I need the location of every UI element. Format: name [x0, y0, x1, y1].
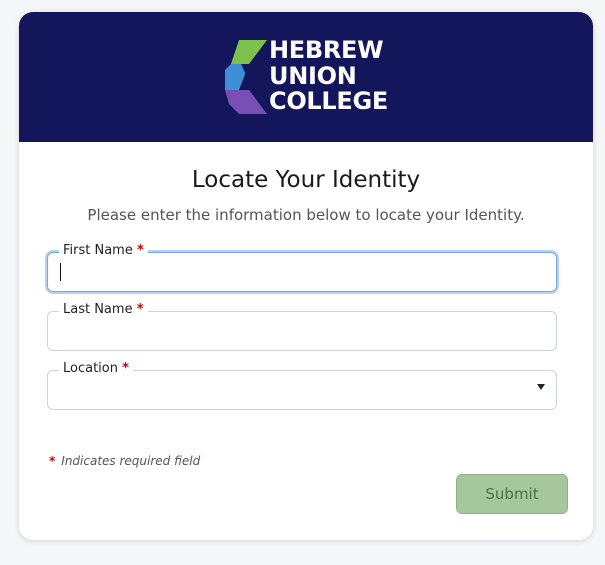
required-asterisk: *	[136, 243, 144, 258]
required-note-text: Indicates required field	[61, 454, 201, 468]
first-name-label-text: First Name	[63, 243, 133, 258]
last-name-label: Last Name *	[59, 301, 148, 319]
required-asterisk: *	[122, 361, 129, 376]
last-name-label-text: Last Name	[63, 302, 133, 317]
required-asterisk: *	[49, 454, 56, 468]
required-field-note: * Indicates required field	[49, 454, 200, 468]
dropdown-arrow-icon[interactable]	[537, 384, 545, 390]
location-label-text: Location	[63, 361, 118, 376]
location-field[interactable]: Location *	[47, 360, 557, 410]
page-subtitle: Please enter the information below to lo…	[87, 206, 525, 224]
location-label: Location *	[59, 360, 133, 378]
logo-line-2: UNION	[269, 61, 357, 90]
page-title: Locate Your Identity	[191, 167, 421, 193]
logo-wordmark: HEBREW UNION COLLEGE	[269, 36, 388, 115]
logo-mark-icon	[225, 40, 267, 114]
last-name-field[interactable]: Last Name *	[47, 301, 557, 351]
submit-button[interactable]: Submit	[456, 474, 568, 514]
first-name-field[interactable]: First Name *	[47, 242, 557, 292]
hebrew-union-college-logo: HEBREW UNION COLLEGE	[225, 36, 395, 118]
logo-line-1: HEBREW	[269, 36, 384, 64]
required-asterisk: *	[136, 302, 144, 317]
logo-line-3: COLLEGE	[269, 87, 388, 115]
text-caret	[60, 263, 61, 281]
identity-card: HEBREW UNION COLLEGE Locate Your Identit…	[19, 12, 593, 540]
header-banner: HEBREW UNION COLLEGE	[19, 12, 593, 142]
first-name-label: First Name *	[59, 242, 148, 260]
